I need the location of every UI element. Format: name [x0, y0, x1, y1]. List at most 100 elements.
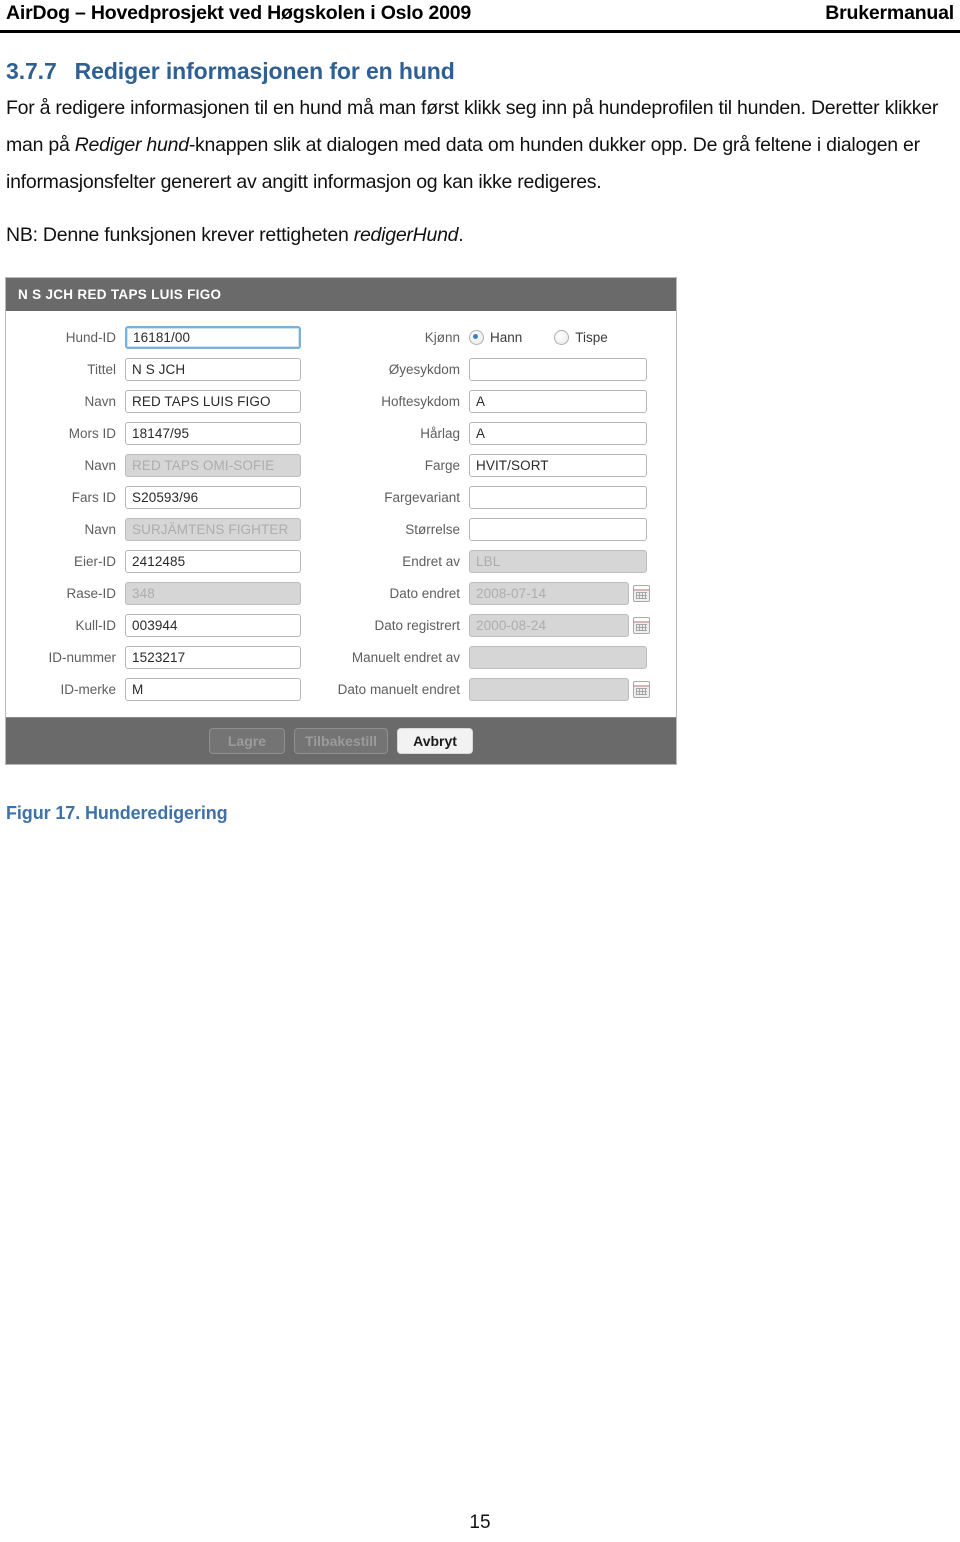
gender-row: Kjønn Hann Tispe: [310, 321, 670, 353]
field-input: LBL: [469, 549, 647, 573]
form-row: Øyesykdom: [310, 353, 670, 385]
tilbakestill-button: Tilbakestill: [293, 728, 389, 754]
field-input: 2000-08-24: [469, 613, 629, 637]
form-row: Mors ID 18147/95: [10, 417, 310, 449]
radio-button-icon[interactable]: [554, 329, 570, 345]
header-divider: [0, 30, 960, 33]
form-row: Dato endret 2008-07-14: [310, 577, 670, 609]
field-label: ID-merke: [60, 681, 116, 697]
form-row: Eier-ID 2412485: [10, 545, 310, 577]
section-number: 3.7.7: [6, 58, 57, 84]
form-row: Dato manuelt endret: [310, 673, 670, 705]
field-label: Navn: [84, 457, 116, 473]
note-paragraph: NB: Denne funksjonen krever rettigheten …: [6, 219, 956, 251]
form-row: Farge HVIT/SORT: [310, 449, 670, 481]
form-row: Størrelse: [310, 513, 670, 545]
radio-label: Hann: [490, 329, 523, 345]
form-row: Dato registrert 2000-08-24: [310, 609, 670, 641]
field-label: Hoftesykdom: [381, 393, 460, 409]
page-title: 3.7.7 Rediger informasjonen for en hund: [6, 56, 956, 86]
dialog-body: Hund-ID 16181/00 Tittel N S JCH Navn RED TAPS…: [6, 311, 676, 717]
form-row: ID-nummer 1523217: [10, 641, 310, 673]
form-row: Rase-ID 348: [10, 577, 310, 609]
field-label: Eier-ID: [73, 553, 116, 569]
field-label: Hårlag: [420, 425, 460, 441]
field-input[interactable]: A: [469, 421, 647, 445]
field-label: Fars ID: [71, 489, 116, 505]
calendar-icon[interactable]: [633, 680, 650, 698]
field-input[interactable]: M: [125, 677, 301, 701]
calendar-icon[interactable]: [633, 584, 650, 602]
field-input[interactable]: HVIT/SORT: [469, 453, 647, 477]
field-input[interactable]: 2412485: [125, 549, 301, 573]
field-label: Dato registrert: [374, 617, 460, 633]
field-label: Endret av: [402, 553, 460, 569]
field-input[interactable]: 18147/95: [125, 421, 301, 445]
field-label: Størrelse: [405, 521, 460, 537]
field-label: Farge: [424, 457, 460, 473]
field-input[interactable]: 16181/00: [125, 325, 301, 349]
field-input[interactable]: A: [469, 389, 647, 413]
form-row: Navn RED TAPS OMI-SOFIE: [10, 449, 310, 481]
form-row: Fargevariant: [310, 481, 670, 513]
calendar-icon[interactable]: [633, 616, 650, 634]
field-input: [469, 677, 629, 701]
field-input[interactable]: 003944: [125, 613, 301, 637]
field-label: Tittel: [87, 361, 116, 377]
header-right-text: Brukermanual: [825, 2, 954, 24]
field-input[interactable]: [469, 485, 647, 509]
form-row: Kull-ID 003944: [10, 609, 310, 641]
lagre-button: Lagre: [208, 728, 285, 754]
field-input: RED TAPS OMI-SOFIE: [125, 453, 301, 477]
note-segment-2: .: [458, 224, 464, 246]
form-row: Hoftesykdom A: [310, 385, 670, 417]
gender-radio-group: Hann Tispe: [469, 329, 608, 345]
field-label: Kull-ID: [75, 617, 116, 633]
field-input[interactable]: RED TAPS LUIS FIGO: [125, 389, 301, 413]
radio-label: Tispe: [575, 329, 608, 345]
field-label: Hund-ID: [65, 329, 116, 345]
radio-button-icon[interactable]: [469, 329, 484, 345]
note-italic-term: redigerHund: [353, 224, 459, 246]
form-row: Tittel N S JCH: [10, 353, 310, 385]
field-label: Navn: [84, 521, 116, 537]
gender-label: Kjønn: [424, 329, 460, 345]
header-left-text: AirDog – Hovedprosjekt ved Høgskolen i O…: [6, 2, 472, 24]
dialog-title: N S JCH RED TAPS LUIS FIGO: [18, 287, 222, 302]
intro-paragraph: For å redigere informasjonen til en hund…: [6, 90, 956, 201]
form-row: Navn SURJÄMTENS FIGHTER: [10, 513, 310, 545]
figure-caption: Figur 17. Hunderedigering: [6, 803, 228, 823]
field-input[interactable]: [469, 517, 647, 541]
left-field-column: Hund-ID 16181/00 Tittel N S JCH Navn RED TAPS…: [6, 321, 310, 705]
avbryt-button[interactable]: Avbryt: [397, 728, 474, 754]
form-row: Fars ID S20593/96: [10, 481, 310, 513]
field-input[interactable]: S20593/96: [125, 485, 301, 509]
field-input: [469, 645, 647, 669]
form-row: Navn RED TAPS LUIS FIGO: [10, 385, 310, 417]
radio-option-hann[interactable]: Hann: [469, 329, 523, 345]
dialog-footer: Lagre Tilbakestill Avbryt: [6, 717, 676, 764]
field-input[interactable]: [469, 357, 647, 381]
field-input: 2008-07-14: [469, 581, 629, 605]
form-row: Hund-ID 16181/00: [10, 321, 310, 353]
field-label: Rase-ID: [66, 585, 116, 601]
note-segment-1: NB: Denne funksjonen krever rettigheten: [6, 224, 354, 246]
field-label: Navn: [84, 393, 116, 409]
field-label: Øyesykdom: [388, 361, 460, 377]
right-field-column: Kjønn Hann Tispe Øyesykdom Hoftesykdom A Hårla…: [310, 321, 670, 705]
field-input: SURJÄMTENS FIGHTER: [125, 517, 301, 541]
section-heading-text: Rediger informasjonen for en hund: [74, 58, 455, 84]
field-label: Manuelt endret av: [351, 649, 460, 665]
field-input[interactable]: N S JCH: [125, 357, 301, 381]
running-header: AirDog – Hovedprosjekt ved Høgskolen i O…: [0, 0, 960, 32]
field-label: Dato manuelt endret: [337, 681, 460, 697]
field-label: Mors ID: [68, 425, 116, 441]
page-number: 15: [469, 1512, 491, 1533]
dialog-titlebar: N S JCH RED TAPS LUIS FIGO: [6, 278, 676, 311]
radio-option-tispe[interactable]: Tispe: [554, 329, 608, 345]
field-label: Fargevariant: [384, 489, 460, 505]
field-input: 348: [125, 581, 301, 605]
form-row: ID-merke M: [10, 673, 310, 705]
field-input[interactable]: 1523217: [125, 645, 301, 669]
document-content: 3.7.7 Rediger informasjonen for en hund …: [6, 56, 956, 251]
